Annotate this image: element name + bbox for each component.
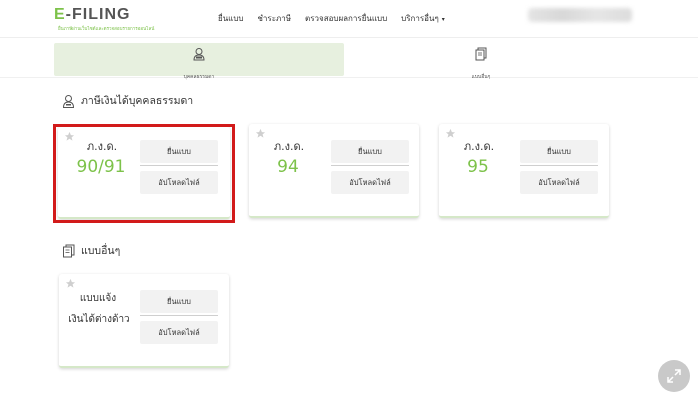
expand-icon (667, 369, 681, 383)
chevron-down-icon: ▾ (441, 16, 445, 23)
person-icon (193, 48, 205, 61)
top-header: E-FILING ยื่นภาษีผ่านเว็บไซต์และตรวจสอบร… (0, 0, 698, 38)
nav-pay-tax[interactable]: ชำระภาษี (257, 12, 291, 25)
submit-form-button[interactable]: ยื่นแบบ (331, 140, 409, 163)
upload-file-button[interactable]: อัปโหลดไฟล์ (331, 171, 409, 194)
form-card-foreign-income: แบบแจ้ง เงินได้ต่างด้าว ยื่นแบบ อัปโหลดไ… (59, 274, 229, 368)
upload-file-button[interactable]: อัปโหลดไฟล์ (140, 321, 218, 344)
form-category-tabs: บุคคลธรรมดา แบบอื่นๆ (0, 40, 698, 80)
tab-other-forms[interactable]: แบบอื่นๆ (380, 43, 582, 80)
nav-check-status[interactable]: ตรวจสอบผลการยื่นแบบ (305, 12, 387, 25)
form-label-line1: แบบแจ้ง (79, 293, 117, 304)
form-number: 94 (277, 157, 299, 177)
form-label-line2: เงินได้ต่างด้าว (68, 314, 130, 325)
main-nav: ยื่นแบบ ชำระภาษี ตรวจสอบผลการยื่นแบบ บริ… (218, 12, 445, 25)
section-personal-title: ภาษีเงินได้บุคคลธรรมดา (81, 95, 194, 107)
section-other-title: แบบอื่นๆ (81, 245, 121, 257)
nav-file-return[interactable]: ยื่นแบบ (218, 12, 243, 25)
submit-form-button[interactable]: ยื่นแบบ (140, 290, 218, 313)
e-filing-logo[interactable]: E-FILING ยื่นภาษีผ่านเว็บไซต์และตรวจสอบร… (54, 6, 154, 32)
logo-e: E (54, 6, 66, 23)
highlight-box (53, 124, 235, 223)
logo-text: E-FILING (54, 6, 130, 24)
form-number: 95 (467, 157, 489, 177)
fullscreen-button[interactable] (658, 360, 690, 392)
form-label: ภ.ง.ด. (273, 140, 305, 153)
submit-form-button[interactable]: ยื่นแบบ (520, 140, 598, 163)
section-other-forms: แบบอื่นๆ (62, 242, 120, 259)
form-card-pnd-95: ภ.ง.ด. 95 ยื่นแบบ อัปโหลดไฟล์ (439, 124, 609, 218)
logo-tagline: ยื่นภาษีผ่านเว็บไซต์และตรวจสอบรายการออนไ… (58, 27, 155, 32)
tab-individual-label: บุคคลธรรมดา (183, 74, 215, 80)
divider (140, 315, 218, 316)
documents-icon (63, 244, 75, 257)
form-card-pnd-94: ภ.ง.ด. 94 ยื่นแบบ อัปโหลดไฟล์ (249, 124, 419, 218)
star-icon[interactable] (65, 278, 76, 289)
section-personal-income-tax: ภาษีเงินได้บุคคลธรรมดา (62, 92, 193, 109)
divider (331, 165, 409, 166)
tab-individual[interactable]: บุคคลธรรมดา (54, 43, 344, 80)
nav-other-services[interactable]: บริการอื่นๆ ▾ (401, 12, 445, 25)
divider (520, 165, 598, 166)
logo-rest: -FILING (65, 6, 131, 23)
documents-icon (475, 47, 487, 61)
person-icon (62, 94, 75, 108)
nav-other-services-label: บริการอื่นๆ (401, 14, 439, 23)
tab-other-forms-label: แบบอื่นๆ (471, 74, 491, 80)
user-account-blurred[interactable] (528, 8, 632, 22)
upload-file-button[interactable]: อัปโหลดไฟล์ (520, 171, 598, 194)
form-label: ภ.ง.ด. (463, 140, 495, 153)
